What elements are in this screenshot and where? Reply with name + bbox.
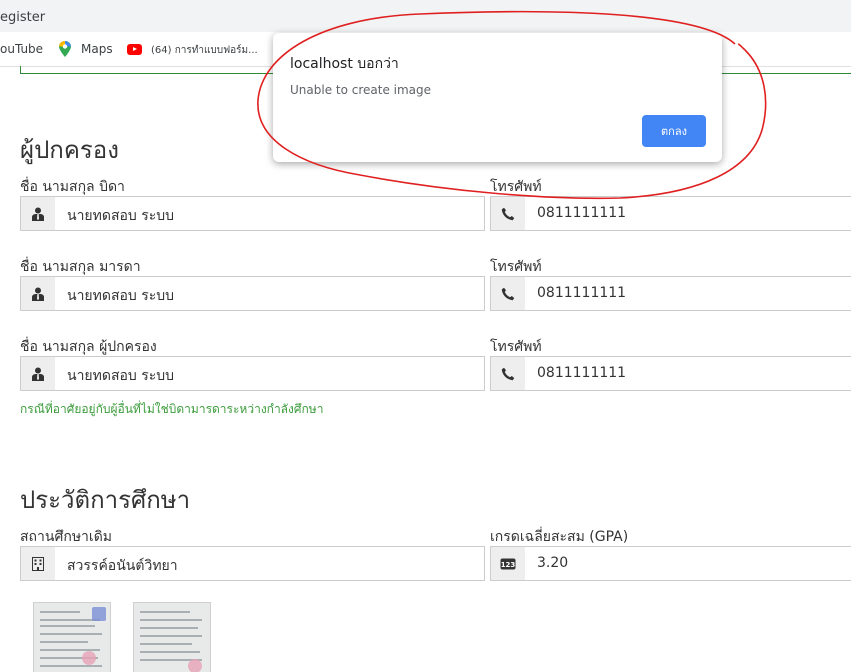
phone-icon	[491, 357, 525, 390]
building-icon	[21, 547, 55, 580]
dialog-title: localhost บอกว่า	[290, 56, 399, 72]
guardian-section-title: ผู้ปกครอง	[20, 136, 119, 164]
father-name-label: ชื่อ นามสกุล บิดา	[20, 179, 125, 195]
document-thumbnail-2[interactable]	[133, 602, 211, 672]
mother-name-label: ชื่อ นามสกุล มารดา	[20, 259, 141, 275]
gpa-label: เกรดเฉลี่ยสะสม (GPA)	[490, 529, 629, 545]
bookmark-youtube-video[interactable]: (64) การทำแบบฟอร์ม...	[151, 43, 258, 58]
guardian-phone-value: 0811111111	[537, 365, 627, 381]
alert-dialog: localhost บอกว่า Unable to create image …	[273, 33, 722, 162]
father-phone-label: โทรศัพท์	[490, 179, 542, 195]
mother-phone-label: โทรศัพท์	[490, 259, 542, 275]
father-phone-input[interactable]: 0811111111	[490, 196, 851, 231]
mother-phone-value: 0811111111	[537, 285, 627, 301]
school-value: สวรรค์อนันต์วิทยา	[67, 558, 178, 574]
father-phone-value: 0811111111	[537, 205, 627, 221]
mother-phone-input[interactable]: 0811111111	[490, 276, 851, 311]
numbers-123-icon: 123	[491, 547, 525, 580]
guardian-phone-input[interactable]: 0811111111	[490, 356, 851, 391]
phone-icon	[491, 197, 525, 230]
mother-name-input[interactable]: นายทดสอบ ระบบ	[20, 276, 485, 311]
guardian-name-label: ชื่อ นามสกุล ผู้ปกครอง	[20, 339, 157, 355]
gpa-value: 3.20	[537, 555, 569, 571]
father-name-input[interactable]: นายทดสอบ ระบบ	[20, 196, 485, 231]
svg-text:123: 123	[501, 561, 516, 569]
school-input[interactable]: สวรรค์อนันต์วิทยา	[20, 546, 485, 581]
user-tie-icon	[21, 277, 55, 310]
school-label: สถานศึกษาเดิม	[20, 529, 113, 545]
mother-name-value: นายทดสอบ ระบบ	[67, 288, 175, 304]
bookmark-youtube[interactable]: ouTube	[0, 42, 43, 56]
document-thumbnail-1[interactable]	[33, 602, 111, 672]
education-section-title: ประวัติการศึกษา	[20, 486, 191, 514]
father-name-value: นายทดสอบ ระบบ	[67, 208, 175, 224]
maps-pin-icon	[59, 41, 71, 57]
youtube-play-icon	[127, 44, 142, 55]
guardian-name-input[interactable]: นายทดสอบ ระบบ	[20, 356, 485, 391]
guardian-phone-label: โทรศัพท์	[490, 339, 542, 355]
phone-icon	[491, 277, 525, 310]
browser-tab-bar: egister	[0, 0, 851, 32]
dialog-ok-button[interactable]: ตกลง	[642, 115, 706, 147]
gpa-input[interactable]: 123 3.20	[490, 546, 851, 581]
user-tie-icon	[21, 197, 55, 230]
bookmark-maps[interactable]: Maps	[81, 42, 113, 56]
tab-title[interactable]: egister	[0, 10, 45, 25]
user-tie-icon	[21, 357, 55, 390]
guardian-name-value: นายทดสอบ ระบบ	[67, 368, 175, 384]
guardian-hint-text: กรณีที่อาศัยอยู่กับผู้อื่นที่ไม่ใช่บิดาม…	[20, 402, 324, 416]
dialog-message: Unable to create image	[290, 83, 432, 97]
